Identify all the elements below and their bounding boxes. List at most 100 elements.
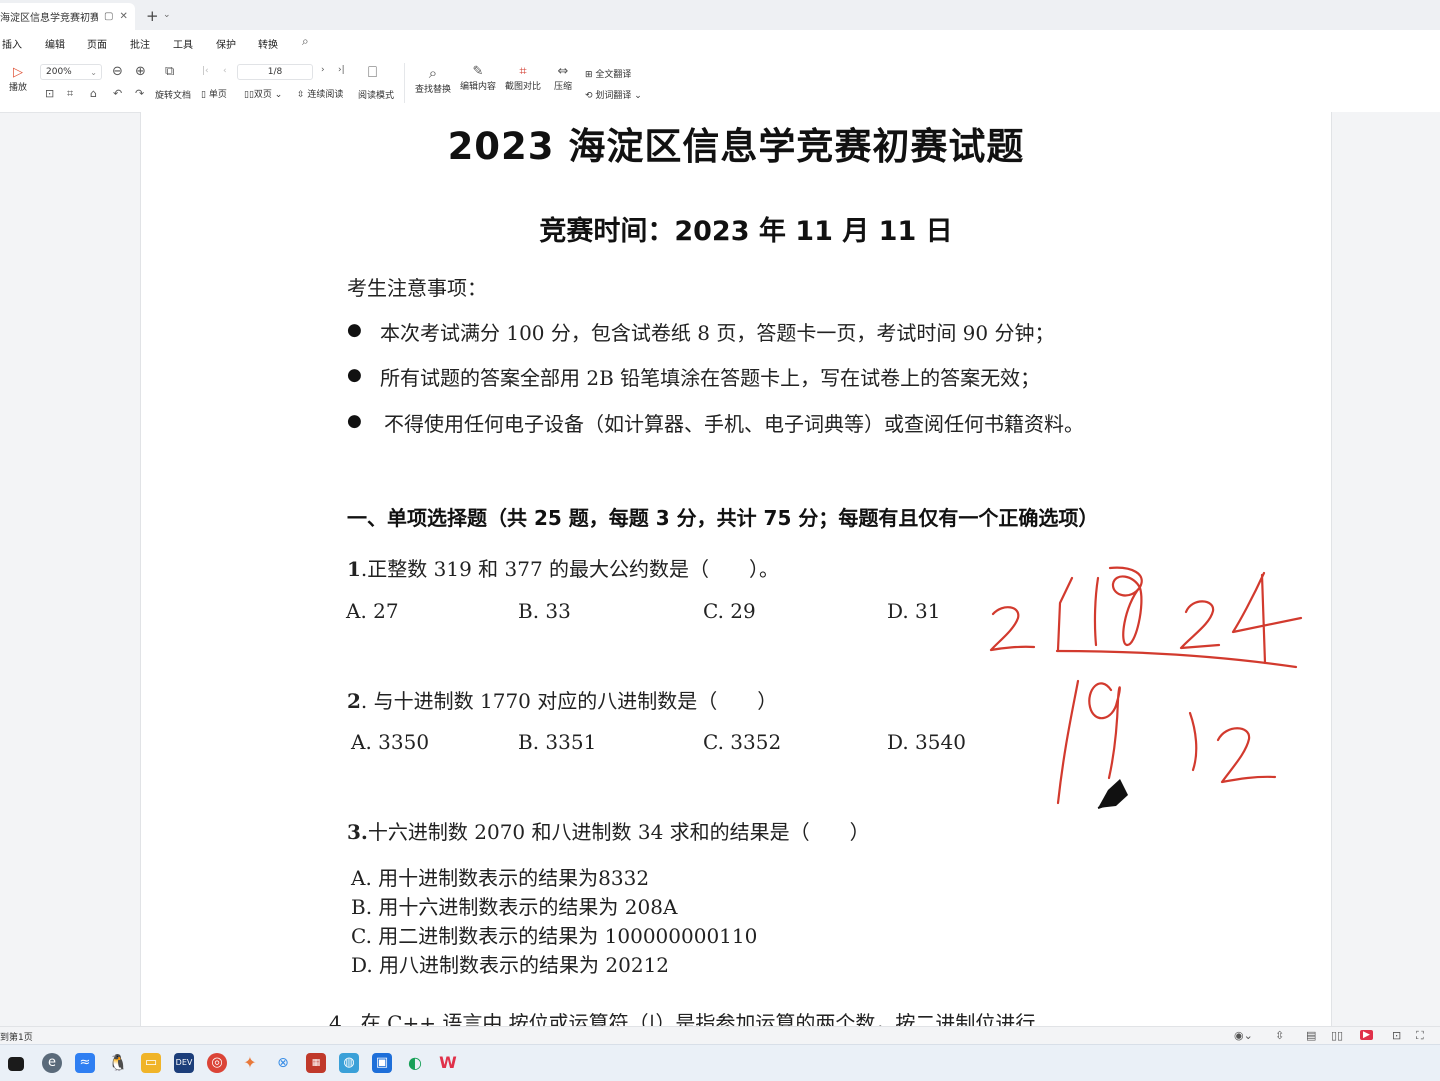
translate-icon: ⊞ bbox=[585, 70, 593, 80]
app-icon[interactable]: ≈ bbox=[75, 1053, 95, 1073]
qq-icon[interactable]: 🐧 bbox=[108, 1053, 128, 1073]
fit-icon[interactable]: ⊡ bbox=[1392, 1029, 1401, 1042]
crop-icon[interactable]: ⌗ bbox=[67, 87, 73, 101]
compress-icon: ⇔ bbox=[557, 64, 569, 79]
last-page-icon[interactable]: ›| bbox=[338, 65, 345, 75]
eye-icon[interactable]: ◉⌄ bbox=[1234, 1029, 1253, 1042]
book-icon[interactable]: ⎕ bbox=[368, 63, 377, 81]
option-b: B. 用十六进制数表示的结果为 208A bbox=[351, 895, 678, 919]
menu-edit[interactable]: 编辑 bbox=[45, 36, 65, 51]
app-icon[interactable]: ▦ bbox=[306, 1053, 326, 1073]
edit-content-label: 编辑内容 bbox=[459, 82, 496, 92]
zoom-select[interactable]: 200% ⌄ bbox=[40, 64, 102, 80]
screenshot-compare-button[interactable]: ⌗ 截图对比 bbox=[503, 64, 543, 92]
store-icon[interactable]: ▣ bbox=[372, 1053, 392, 1073]
option-b: B. 3351 bbox=[518, 730, 597, 754]
menu-tools[interactable]: 工具 bbox=[173, 36, 193, 51]
zoom-out-icon[interactable]: ⊖ bbox=[112, 64, 123, 79]
fullscreen-icon[interactable]: ⛶ bbox=[1416, 1029, 1424, 1043]
single-view-icon[interactable]: ▤ bbox=[1306, 1029, 1316, 1042]
find-replace-label: 查找替换 bbox=[414, 85, 451, 95]
double-page-label: 双页 bbox=[253, 90, 272, 100]
chevron-down-icon[interactable]: ⌄ bbox=[163, 10, 171, 20]
option-c: C. 29 bbox=[703, 599, 756, 623]
menu-protect[interactable]: 保护 bbox=[216, 36, 236, 51]
option-d: D. 3540 bbox=[887, 730, 966, 754]
option-b: B. 33 bbox=[518, 599, 571, 623]
play-button[interactable]: ▷ 播放 bbox=[9, 65, 27, 93]
link-app-icon[interactable]: ⊗ bbox=[273, 1053, 293, 1073]
single-page-label: 单页 bbox=[208, 90, 227, 100]
app-icon[interactable]: ◍ bbox=[339, 1053, 359, 1073]
frame-icon[interactable]: ⌂ bbox=[90, 87, 97, 100]
menu-page[interactable]: 页面 bbox=[87, 36, 107, 51]
video-icon[interactable]: ▶ bbox=[1360, 1030, 1373, 1040]
edit-content-button[interactable]: ✎ 编辑内容 bbox=[458, 64, 498, 92]
browser-icon[interactable]: e bbox=[42, 1053, 62, 1073]
devcpp-icon[interactable]: DEV bbox=[174, 1053, 194, 1073]
new-tab-plus-icon[interactable]: + bbox=[146, 7, 159, 25]
compress-label: 压缩 bbox=[553, 82, 572, 92]
continuous-view-icon[interactable]: ⇳ bbox=[1275, 1029, 1284, 1042]
menu-insert[interactable]: 插入 bbox=[2, 36, 22, 51]
question-number: 3. bbox=[347, 820, 368, 844]
word-translate-button[interactable]: ⟲ 划词翻译 ⌄ bbox=[585, 88, 642, 101]
double-view-icon[interactable]: ▯▯ bbox=[1331, 1029, 1343, 1042]
zoom-in-icon[interactable]: ⊕ bbox=[135, 64, 146, 79]
fit-page-icon[interactable]: ⧉ bbox=[165, 64, 174, 79]
taskbar: e ≈ 🐧 ▭ DEV ◎ ✦ ⊗ ▦ ◍ ▣ ◐ W bbox=[0, 1044, 1440, 1081]
menu-bar: 插入 编辑 页面 批注 工具 保护 转换 ⌕ bbox=[0, 30, 1440, 55]
question-text: .正整数 319 和 377 的最大公约数是（ ）。 bbox=[360, 557, 780, 581]
single-page-button[interactable]: ▯ 单页 bbox=[201, 87, 227, 100]
prev-page-icon[interactable]: ‹ bbox=[223, 66, 227, 76]
rotate-doc-button[interactable]: 旋转文档 bbox=[155, 88, 191, 101]
status-bar: 到第1页 ◉⌄ ⇳ ▤ ▯▯ ▶ ⊡ ⛶ bbox=[0, 1026, 1440, 1045]
document-title: 2023 海淀区信息学竞赛初赛试题 bbox=[447, 125, 1025, 168]
notice-item: 所有试题的答案全部用 2B 铅笔填涂在答题卡上，写在试卷上的答案无效； bbox=[380, 366, 1041, 390]
double-page-button[interactable]: ▯▯双页 ⌄ bbox=[244, 87, 282, 100]
double-page-icon: ▯▯ bbox=[244, 90, 254, 100]
desktop-icon[interactable] bbox=[8, 1057, 24, 1071]
app-icon[interactable]: ✦ bbox=[240, 1053, 260, 1073]
search-icon[interactable]: ⌕ bbox=[302, 34, 309, 49]
question-1: 1.正整数 319 和 377 的最大公约数是（ ）。 bbox=[347, 553, 779, 582]
rotate-right-icon[interactable]: ↷ bbox=[135, 87, 144, 100]
find-replace-button[interactable]: ⌕ 查找替换 bbox=[414, 64, 452, 95]
bullet-icon: ● bbox=[347, 365, 362, 385]
actual-size-icon[interactable]: ⊡ bbox=[45, 87, 54, 100]
right-margin bbox=[1331, 112, 1440, 1026]
question-number: 2 bbox=[347, 689, 361, 713]
folder-icon[interactable]: ▭ bbox=[141, 1053, 161, 1073]
page-indicator: 到第1页 bbox=[0, 1033, 33, 1043]
continuous-read-button[interactable]: ⇳ 连续阅读 bbox=[297, 87, 343, 100]
notice-item: 本次考试满分 100 分，包含试卷纸 8 页，答题卡一页，考试时间 90 分钟； bbox=[380, 321, 1055, 345]
document-tab[interactable]: 海淀区信息学竞赛初赛试 ▢ ✕ bbox=[0, 3, 135, 30]
tab-bar: 海淀区信息学竞赛初赛试 ▢ ✕ + ⌄ bbox=[0, 0, 1440, 31]
full-translate-button[interactable]: ⊞ 全文翻译 bbox=[585, 67, 631, 80]
play-icon: ▷ bbox=[13, 65, 23, 80]
app-icon[interactable]: ◐ bbox=[405, 1053, 425, 1073]
notice-item: 不得使用任何电子设备（如计算器、手机、电子词典等）或查阅任何书籍资料。 bbox=[384, 412, 1084, 436]
section-heading: 一、单项选择题（共 25 题，每题 3 分，共计 75 分；每题有且仅有一个正确… bbox=[347, 506, 1099, 530]
compress-button[interactable]: ⇔ 压缩 bbox=[550, 64, 576, 92]
option-a: A. 27 bbox=[346, 599, 399, 623]
next-page-icon[interactable]: › bbox=[321, 65, 325, 75]
wps-icon[interactable]: W bbox=[438, 1053, 458, 1073]
document-page: 2023 海淀区信息学竞赛初赛试题 竞赛时间：2023 年 11 月 11 日 … bbox=[140, 112, 1332, 1026]
first-page-icon[interactable]: |‹ bbox=[202, 66, 209, 76]
menu-annotate[interactable]: 批注 bbox=[130, 36, 150, 51]
rotate-left-icon[interactable]: ↶ bbox=[113, 87, 122, 100]
single-page-icon: ▯ bbox=[201, 90, 206, 100]
magnifier-icon: ⌕ bbox=[428, 64, 438, 82]
tab-close-icon[interactable]: ✕ bbox=[119, 11, 127, 22]
bullet-icon: ● bbox=[347, 320, 362, 340]
read-mode-button[interactable]: 阅读模式 bbox=[358, 88, 394, 101]
question-2: 2. 与十进制数 1770 对应的八进制数是（ ） bbox=[347, 685, 777, 714]
menu-convert[interactable]: 转换 bbox=[258, 36, 278, 51]
option-c: C. 用二进制数表示的结果为 100000000110 bbox=[351, 924, 758, 948]
document-subtitle: 竞赛时间：2023 年 11 月 11 日 bbox=[539, 216, 953, 247]
chrome-icon[interactable]: ◎ bbox=[207, 1053, 227, 1073]
option-d: D. 用八进制数表示的结果为 20212 bbox=[351, 953, 670, 977]
tab-window-icon[interactable]: ▢ bbox=[104, 11, 113, 22]
page-number-input[interactable]: 1/8 bbox=[237, 64, 313, 80]
